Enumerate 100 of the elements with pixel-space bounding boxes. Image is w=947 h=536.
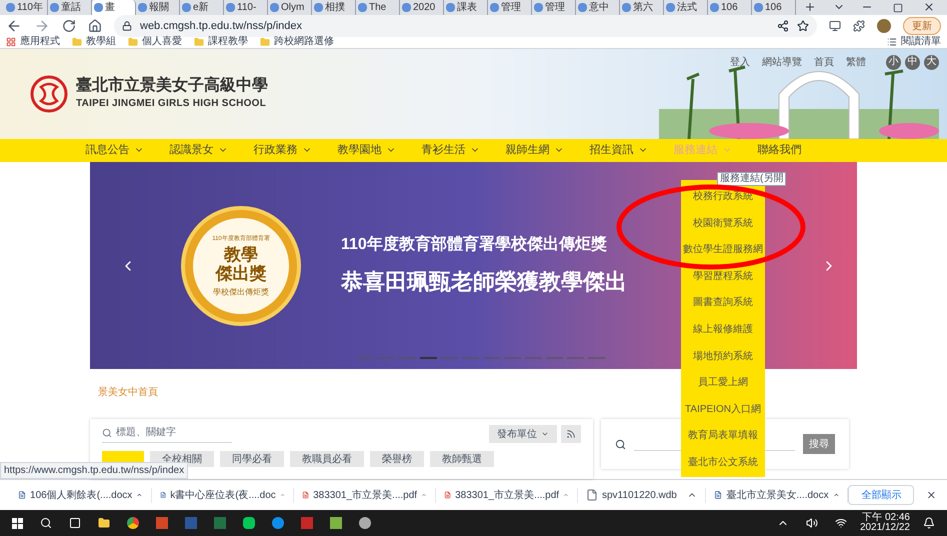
medal-title: 傑出獎: [216, 263, 266, 285]
school-logo-icon: [30, 74, 68, 113]
tab-favicon-icon: [358, 3, 367, 12]
medal-title: 教學: [224, 246, 258, 264]
font-size-button[interactable]: 小: [886, 54, 901, 70]
task-view-icon[interactable]: [69, 517, 81, 529]
update-button[interactable]: 更新: [903, 17, 941, 35]
tab-favicon-icon: [402, 3, 411, 12]
tab-favicon-icon: [666, 3, 675, 12]
nav-item[interactable]: 認識景女: [170, 142, 228, 159]
profile-avatar[interactable]: [877, 19, 891, 33]
folder-icon[interactable]: [98, 517, 110, 529]
caret-icon: [540, 430, 549, 438]
bookmark-item[interactable]: 跨校網路選修: [260, 37, 334, 48]
news-search-field[interactable]: 標題、關鍵字: [102, 425, 232, 443]
news-category-tab[interactable]: 教師甄選: [430, 451, 494, 467]
folder-icon: [128, 37, 138, 48]
tab-favicon-icon: [270, 3, 279, 12]
nav-item[interactable]: 訊息公告: [86, 142, 144, 159]
browser-tab[interactable]: 畫: [92, 0, 136, 15]
new-tab-icon[interactable]: [804, 1, 816, 13]
unit-filter-dropdown[interactable]: 發布單位: [488, 425, 557, 443]
forward-icon[interactable]: [34, 18, 50, 34]
dropdown-item[interactable]: 數位學生證服務網: [683, 244, 763, 256]
folder-icon: [194, 37, 204, 48]
banner-headline: 110年度教育部體育署學校傑出傳炬獎: [341, 234, 608, 255]
dropdown-item[interactable]: 學習歷程系統: [693, 270, 753, 283]
nav-item[interactable]: 青衫生活: [422, 142, 480, 159]
remote-app-icon[interactable]: [272, 517, 284, 529]
cast-icon[interactable]: [829, 20, 841, 32]
nav-item[interactable]: 招生資訊: [590, 142, 648, 159]
nav-item[interactable]: 親師生網: [506, 142, 564, 159]
nav-item[interactable]: 行政業務: [254, 142, 312, 159]
address-field[interactable]: web.cmgsh.tp.edu.tw/nss/p/index: [114, 15, 817, 37]
dropdown-item[interactable]: 線上報修維護: [693, 324, 753, 336]
share-icon[interactable]: [777, 20, 789, 32]
tab-favicon-icon: [226, 3, 235, 12]
dropdown-item[interactable]: 教育局表單填報: [688, 430, 758, 442]
reload-icon[interactable]: [62, 19, 76, 33]
nav-item[interactable]: 聯絡我們: [758, 142, 802, 159]
search-icon: [102, 428, 112, 438]
download-item[interactable]: 106個人剩餘表(....docx: [10, 488, 152, 502]
news-category-tab[interactable]: 教職員必看: [290, 451, 364, 467]
maximize-icon[interactable]: [893, 3, 903, 13]
dropdown-item[interactable]: 圖書查詢系統: [693, 297, 753, 310]
dropdown-item[interactable]: 場地預約系統: [693, 350, 753, 363]
download-item[interactable]: k書中心座位表(夜....doc: [152, 488, 294, 502]
notification-icon[interactable]: [923, 517, 935, 529]
bookmark-item[interactable]: 教學組: [72, 37, 116, 48]
folder-icon: [260, 37, 270, 48]
download-item[interactable]: 臺北市立景美女....docx: [706, 488, 848, 502]
back-icon[interactable]: [6, 18, 22, 34]
tooltip: 服務連結(另開: [717, 172, 786, 186]
pdf-file-icon: [444, 489, 452, 501]
bookmark-item[interactable]: 課程教學: [194, 37, 248, 48]
dropdown-item[interactable]: TAIPEION入口網: [685, 404, 761, 416]
apps-grid-icon: [6, 37, 16, 48]
close-icon[interactable]: [923, 1, 935, 13]
download-item[interactable]: 383301_市立景美....pdf: [294, 488, 436, 502]
search-button[interactable]: 搜尋: [803, 434, 835, 454]
lock-icon: [122, 21, 132, 31]
header-link[interactable]: 首頁: [814, 54, 834, 70]
tab-favicon-icon: [182, 3, 191, 12]
bookmark-item[interactable]: 個人喜愛: [128, 37, 182, 48]
dropdown-item[interactable]: 校園衛覽系統: [693, 218, 753, 230]
folder-icon: [72, 37, 82, 48]
show-all-button[interactable]: 全部顯示: [848, 485, 914, 505]
home-icon[interactable]: [88, 19, 102, 33]
download-item[interactable]: 383301_市立景美....pdf: [436, 488, 578, 502]
dropdown-item[interactable]: 員工愛上網: [698, 377, 748, 390]
speaker-icon[interactable]: [806, 517, 818, 529]
news-category-tab[interactable]: 同學必看: [220, 451, 284, 467]
font-size-button[interactable]: 中: [905, 54, 920, 70]
news-category-tab[interactable]: 榮譽榜: [370, 451, 424, 467]
extensions-icon[interactable]: [853, 20, 865, 32]
pdf-file-icon: [302, 489, 310, 501]
clock-date: 2021/12/22: [860, 523, 910, 533]
font-size-button[interactable]: 大: [924, 54, 939, 70]
list-icon: [887, 37, 897, 48]
tab-favicon-icon: [578, 3, 587, 12]
chat-app-icon[interactable]: [243, 517, 255, 529]
tab-favicon-icon: [622, 3, 631, 12]
header-link[interactable]: 登入: [730, 54, 750, 70]
medal-caption: 學校傑出傳炬獎: [213, 286, 269, 298]
bookmark-item[interactable]: 應用程式: [6, 37, 60, 48]
tab-favicon-icon: [50, 3, 59, 12]
download-item[interactable]: spv1101220.wdb: [578, 488, 706, 502]
browser-icon[interactable]: [359, 517, 371, 529]
reading-list-button[interactable]: 閱讀清單: [887, 37, 941, 48]
browser-icon[interactable]: [127, 517, 139, 529]
header-link[interactable]: 繁體: [846, 54, 866, 70]
close-icon[interactable]: [926, 489, 937, 501]
file-icon: [586, 489, 598, 501]
header-link[interactable]: 網站導覽: [762, 54, 802, 70]
rss-button[interactable]: [560, 425, 581, 443]
windows-start-icon[interactable]: [12, 518, 23, 528]
nav-item[interactable]: 教學園地: [338, 142, 396, 159]
search-icon[interactable]: [40, 517, 52, 529]
dropdown-item[interactable]: 臺北市公文系統: [688, 456, 758, 469]
bookmark-star-icon[interactable]: [797, 20, 809, 32]
